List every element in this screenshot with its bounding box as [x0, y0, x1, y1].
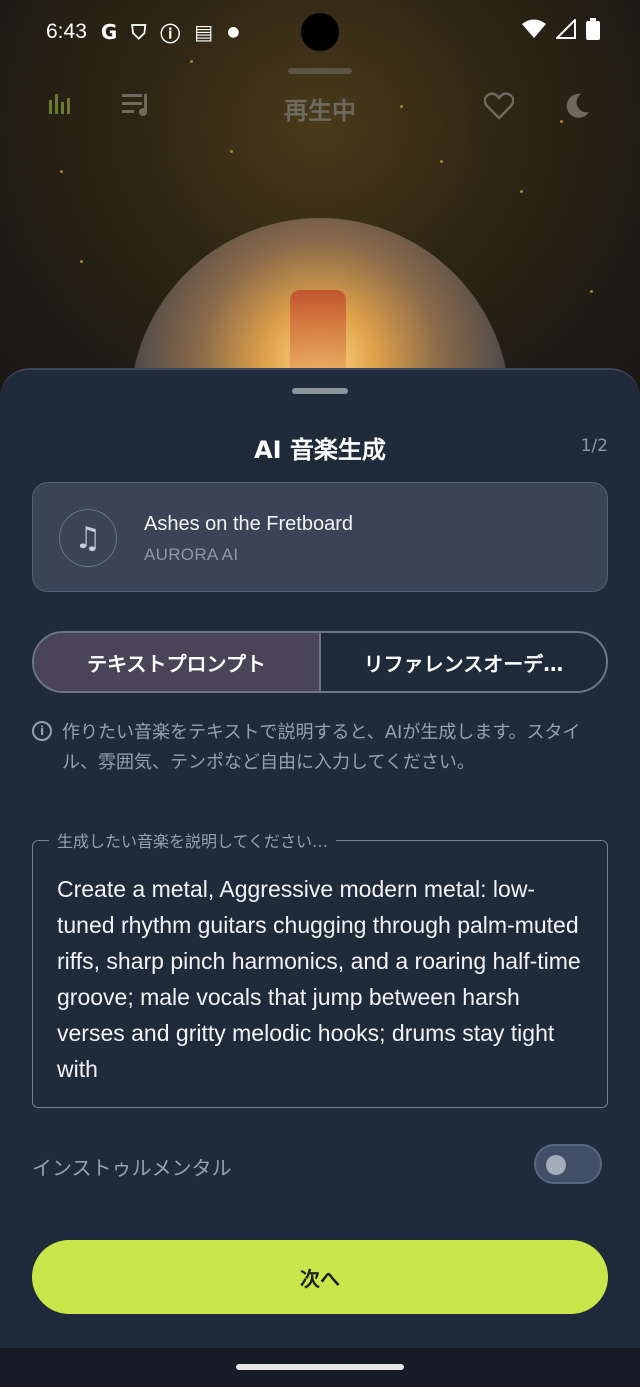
status-time: 6:43 [46, 20, 87, 43]
battery-icon [586, 18, 600, 40]
sheet-drag-handle[interactable] [292, 388, 348, 394]
instrumental-toggle[interactable] [534, 1144, 602, 1184]
music-note-icon: ♫ [59, 509, 117, 567]
info-hint-text: 作りたい音楽をテキストで説明すると、AIが生成します。スタイル、雰囲気、テンポな… [62, 722, 581, 773]
equalizer-icon[interactable] [48, 92, 72, 123]
tab-text-prompt-label: テキストプロンプト [87, 651, 266, 676]
info-icon: ⓘ [160, 21, 181, 46]
instrumental-row: インストゥルメンタル [32, 1142, 608, 1188]
instrumental-label: インストゥルメンタル [32, 1156, 232, 1180]
heart-icon[interactable] [483, 92, 515, 127]
home-gesture-pill[interactable] [236, 1364, 404, 1370]
wifi-icon [522, 19, 546, 38]
guitar-headstock-image [290, 290, 346, 380]
input-mode-tabs: テキストプロンプト リファレンスオーデ… [32, 631, 608, 693]
prompt-input-value[interactable]: Create a metal, Aggressive modern metal:… [57, 871, 587, 1087]
tab-text-prompt[interactable]: テキストプロンプト [34, 633, 321, 691]
info-circle-icon: i [32, 721, 52, 741]
song-artist: AURORA AI [144, 545, 239, 564]
step-indicator: 1/2 [580, 436, 608, 456]
camera-cutout [301, 13, 339, 51]
toggle-knob [546, 1155, 566, 1175]
player-drag-handle[interactable] [288, 68, 352, 74]
prompt-text-field[interactable]: 生成したい音楽を説明してください… Create a metal, Aggres… [32, 828, 608, 1108]
signal-icon [556, 19, 576, 39]
player-title: 再生中 [284, 96, 356, 125]
prompt-field-label: 生成したい音楽を説明してください… [49, 828, 337, 852]
song-title: Ashes on the Fretboard [144, 513, 354, 535]
tab-reference-audio-label: リファレンスオーデ… [363, 651, 564, 676]
player-header: 再生中 [0, 80, 640, 136]
navigation-bar [0, 1348, 640, 1387]
dot-icon: ● [227, 24, 240, 40]
google-icon: G [100, 20, 118, 44]
sheet-title: AI 音楽生成 [254, 436, 386, 464]
info-hint: i 作りたい音楽をテキストで説明すると、AIが生成します。スタイル、雰囲気、テン… [32, 718, 608, 778]
moon-icon[interactable] [563, 92, 591, 127]
queue-icon[interactable] [122, 92, 152, 123]
calendar-icon: ▤ [194, 20, 214, 44]
next-button[interactable]: 次へ [32, 1240, 608, 1314]
tab-reference-audio[interactable]: リファレンスオーデ… [321, 633, 606, 691]
shield-icon: ⛉ [131, 20, 147, 44]
selected-song-card[interactable]: ♫ Ashes on the Fretboard AURORA AI [32, 482, 608, 592]
ai-music-bottom-sheet: AI 音楽生成 1/2 ♫ Ashes on the Fretboard AUR… [0, 368, 640, 1387]
